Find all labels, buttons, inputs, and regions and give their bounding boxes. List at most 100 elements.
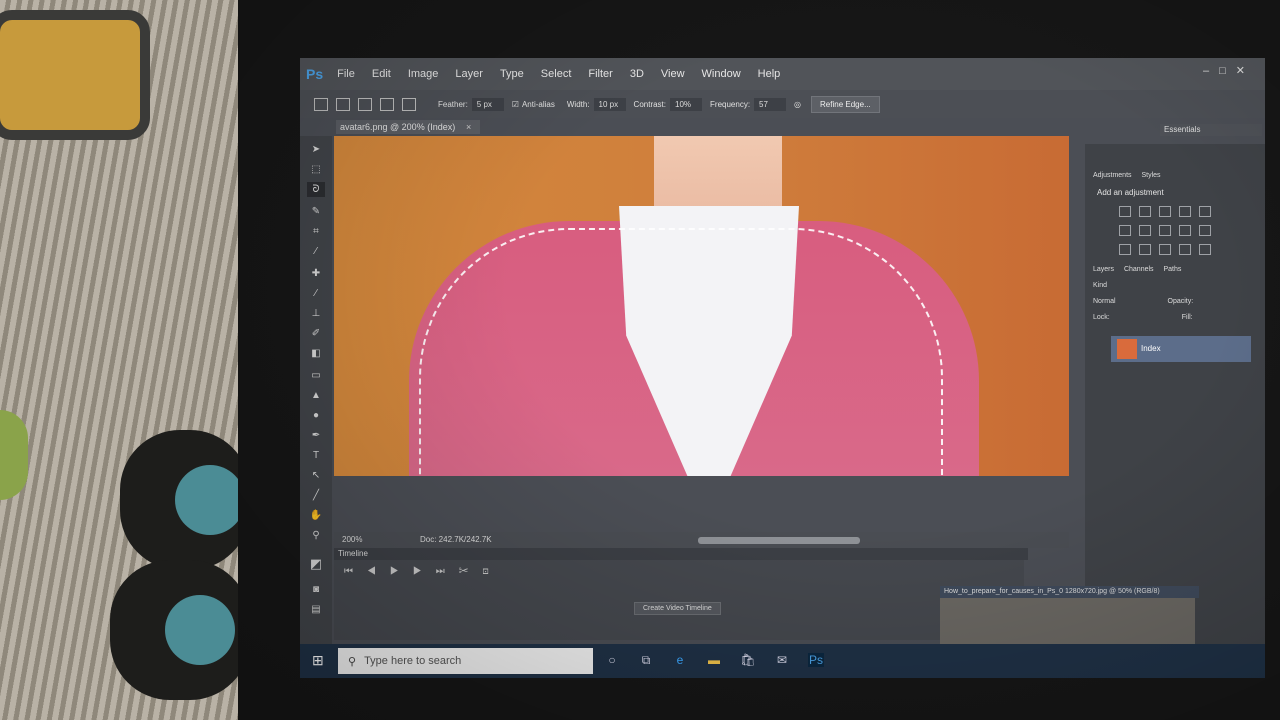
document-tab[interactable]: avatar6.png @ 200% (Index) <box>336 120 480 134</box>
move-tool-icon[interactable]: ➤ <box>307 142 325 157</box>
document-canvas[interactable] <box>334 136 1069 476</box>
adjustment-icons[interactable] <box>1115 202 1225 262</box>
history-brush-tool-icon[interactable]: ✐ <box>307 326 325 341</box>
horizontal-scrollbar[interactable] <box>698 537 860 544</box>
color-swatches-icon[interactable]: ◩ <box>307 556 325 571</box>
menu-3d[interactable]: 3D <box>630 68 644 80</box>
frequency-input[interactable]: 57 <box>754 97 787 111</box>
tab-layers[interactable]: Layers <box>1093 266 1114 273</box>
crop-tool-icon[interactable]: ⌗ <box>307 224 325 239</box>
windows-start-icon[interactable]: ⊞ <box>312 652 324 669</box>
search-icon: ⚲ <box>348 655 357 668</box>
marquee-tool-icon[interactable]: ⬚ <box>307 162 325 177</box>
menu-view[interactable]: View <box>661 68 685 80</box>
options-bar: Feather: 5 px ☑ Anti-alias Width: 10 px … <box>300 90 1265 118</box>
taskbar-search-box[interactable]: ⚲ Type here to search <box>338 648 593 674</box>
menu-filter[interactable]: Filter <box>588 68 612 80</box>
layer-filter[interactable]: Kind <box>1085 280 1107 292</box>
contrast-label: Contrast: <box>633 99 667 109</box>
menu-help[interactable]: Help <box>758 68 781 80</box>
type-tool-icon[interactable]: T <box>307 448 325 463</box>
menu-image[interactable]: Image <box>408 68 439 80</box>
menu-type[interactable]: Type <box>500 68 524 80</box>
zoom-tool-icon[interactable]: ⚲ <box>307 528 325 543</box>
refine-edge-button[interactable]: Refine Edge... <box>811 95 880 113</box>
tab-paths[interactable]: Paths <box>1164 266 1182 273</box>
fabric-pattern-shape <box>120 430 250 570</box>
fabric-pattern-shape <box>0 410 28 500</box>
menu-layer[interactable]: Layer <box>455 68 483 80</box>
width-input[interactable]: 10 px <box>593 97 626 111</box>
doc-size: Doc: 242.7K/242.7K <box>420 535 492 544</box>
right-panels: Adjustments Styles Add an adjustment Lay… <box>1085 144 1265 644</box>
menu-window[interactable]: Window <box>702 68 741 80</box>
layer-row[interactable]: Index <box>1111 336 1251 362</box>
lasso-tool-icon[interactable] <box>314 97 328 111</box>
tab-channels[interactable]: Channels <box>1124 266 1154 273</box>
magnetic-lasso-tool-icon[interactable]: ᘐ <box>307 182 325 197</box>
timeline-controls[interactable]: ⏮◀▶▶⏭✂⊡ <box>344 566 503 577</box>
file-explorer-icon[interactable]: ▬ <box>706 653 722 667</box>
task-view-icon[interactable]: ⧉ <box>638 653 654 667</box>
window-controls[interactable]: –□✕ <box>1203 64 1255 77</box>
layer-thumbnail <box>1117 339 1137 359</box>
store-icon[interactable]: 🛍 <box>740 653 756 667</box>
windows-taskbar: ⊞ ⚲ Type here to search ○ ⧉ e ▬ 🛍 ✉ Ps <box>300 644 1265 678</box>
timeline-header[interactable]: Timeline <box>334 548 1028 560</box>
photoshop-taskbar-icon[interactable]: Ps <box>808 653 824 667</box>
screen-mode-icon[interactable]: ▤ <box>307 602 325 617</box>
clone-stamp-tool-icon[interactable]: ⊥ <box>307 306 325 321</box>
menu-edit[interactable]: Edit <box>372 68 391 80</box>
menu-file[interactable]: File <box>337 68 355 80</box>
hand-tool-icon[interactable]: ✋ <box>307 508 325 523</box>
intersect-selection-icon[interactable] <box>402 97 416 111</box>
adjustments-title: Add an adjustment <box>1097 188 1164 197</box>
tab-styles[interactable]: Styles <box>1141 172 1160 179</box>
antialias-label: Anti-alias <box>521 99 555 109</box>
tools-panel: ➤ ⬚ ᘐ ✎ ⌗ ⁄ ✚ ∕ ⊥ ✐ ◧ ▭ ▲ ● ✒ T ↖ ╱ ✋ ⚲ … <box>300 136 332 646</box>
width-label: Width: <box>566 99 590 109</box>
menu-select[interactable]: Select <box>541 68 572 80</box>
contrast-input[interactable]: 10% <box>670 97 703 111</box>
menu-bar: Ps File Edit Image Layer Type Select Fil… <box>300 58 1265 90</box>
eraser-tool-icon[interactable]: ◧ <box>307 346 325 361</box>
new-selection-icon[interactable] <box>336 97 350 111</box>
eyedropper-tool-icon[interactable]: ⁄ <box>307 244 325 259</box>
edge-browser-icon[interactable]: e <box>672 653 688 667</box>
brush-tool-icon[interactable]: ∕ <box>307 286 325 301</box>
photoshop-logo: Ps <box>306 66 324 82</box>
document-close-icon[interactable]: × <box>466 120 471 134</box>
subtract-selection-icon[interactable] <box>380 97 394 111</box>
fill-label: Fill: <box>1181 314 1193 321</box>
add-selection-icon[interactable] <box>358 97 372 111</box>
create-video-timeline-button[interactable]: Create Video Timeline <box>634 602 721 615</box>
gradient-tool-icon[interactable]: ▭ <box>307 368 325 383</box>
healing-brush-tool-icon[interactable]: ✚ <box>307 266 325 281</box>
adjustments-tabs: Adjustments Styles <box>1085 170 1161 182</box>
quick-mask-icon[interactable]: ◙ <box>307 582 325 597</box>
laptop-screen: Ps File Edit Image Layer Type Select Fil… <box>300 58 1265 678</box>
path-selection-tool-icon[interactable]: ↖ <box>307 468 325 483</box>
opacity-label: Opacity: <box>1167 298 1194 305</box>
zoom-level[interactable]: 200% <box>342 535 362 544</box>
tablet-pressure-icon[interactable]: ◎ <box>794 100 801 109</box>
timeline-panel: Timeline ⏮◀▶▶⏭✂⊡ Create Video Timeline <box>334 548 1028 640</box>
line-tool-icon[interactable]: ╱ <box>307 488 325 503</box>
blend-options: Normal Opacity: <box>1085 296 1193 308</box>
feather-label: Feather: <box>438 99 468 109</box>
blur-tool-icon[interactable]: ▲ <box>307 388 325 403</box>
antialias-checkbox-icon[interactable]: ☑ <box>512 100 519 109</box>
mail-icon[interactable]: ✉ <box>774 653 790 667</box>
quick-selection-tool-icon[interactable]: ✎ <box>307 204 325 219</box>
avatar-image <box>334 136 1069 476</box>
tab-adjustments[interactable]: Adjustments <box>1093 172 1132 179</box>
blend-mode-select[interactable]: Normal <box>1093 298 1116 305</box>
dodge-tool-icon[interactable]: ● <box>307 408 325 423</box>
frequency-label: Frequency: <box>710 99 751 109</box>
feather-input[interactable]: 5 px <box>471 97 504 111</box>
preview-window-title: How_to_prepare_for_causes_in_Ps_0 1280x7… <box>940 586 1199 598</box>
workspace-switcher[interactable]: Essentials <box>1160 124 1262 136</box>
pen-tool-icon[interactable]: ✒ <box>307 428 325 443</box>
cortana-icon[interactable]: ○ <box>604 653 620 667</box>
status-bar: 200% Doc: 242.7K/242.7K <box>334 532 1069 548</box>
